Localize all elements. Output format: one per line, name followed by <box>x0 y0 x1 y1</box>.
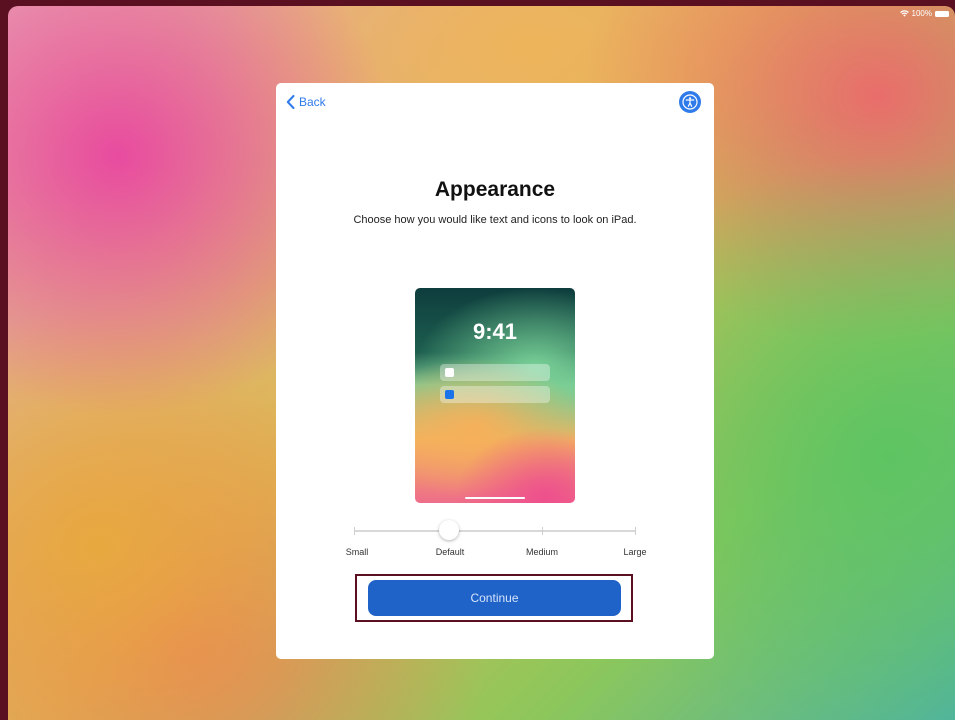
accessibility-icon <box>682 94 698 110</box>
display-size-preview: 9:41 <box>415 288 575 503</box>
chevron-left-icon <box>286 95 295 109</box>
page-title: Appearance <box>434 178 556 201</box>
battery-percent: 100% <box>911 9 932 18</box>
continue-button[interactable]: Continue <box>368 580 621 616</box>
preview-notification <box>440 364 550 381</box>
preview-notification-icon <box>445 368 454 377</box>
preview-notification <box>440 386 550 403</box>
slider-thumb[interactable] <box>439 520 459 540</box>
page-subtitle: Choose how you would like text and icons… <box>353 214 637 226</box>
preview-time: 9:41 <box>472 319 518 344</box>
appearance-card: Back Appearance Choose how you would lik… <box>276 83 714 659</box>
wifi-icon <box>899 10 909 17</box>
accessibility-button[interactable] <box>679 91 701 113</box>
size-label-medium: Medium <box>525 547 559 557</box>
slider-tick <box>635 527 636 535</box>
slider-tick <box>542 527 543 535</box>
wallpaper: 100% Back Appearance Choose how you woul… <box>8 6 955 720</box>
size-label-large: Large <box>623 547 647 557</box>
size-label-small: Small <box>345 547 369 557</box>
back-label: Back <box>299 95 326 109</box>
preview-notification-icon <box>445 390 454 399</box>
back-button[interactable]: Back <box>286 95 326 109</box>
continue-label: Continue <box>470 591 519 605</box>
slider-tick <box>354 527 355 535</box>
battery-icon <box>935 10 949 17</box>
size-label-default: Default <box>435 547 465 557</box>
text-size-slider[interactable] <box>354 520 636 540</box>
status-bar: 100% <box>899 9 949 18</box>
home-indicator <box>465 497 525 499</box>
